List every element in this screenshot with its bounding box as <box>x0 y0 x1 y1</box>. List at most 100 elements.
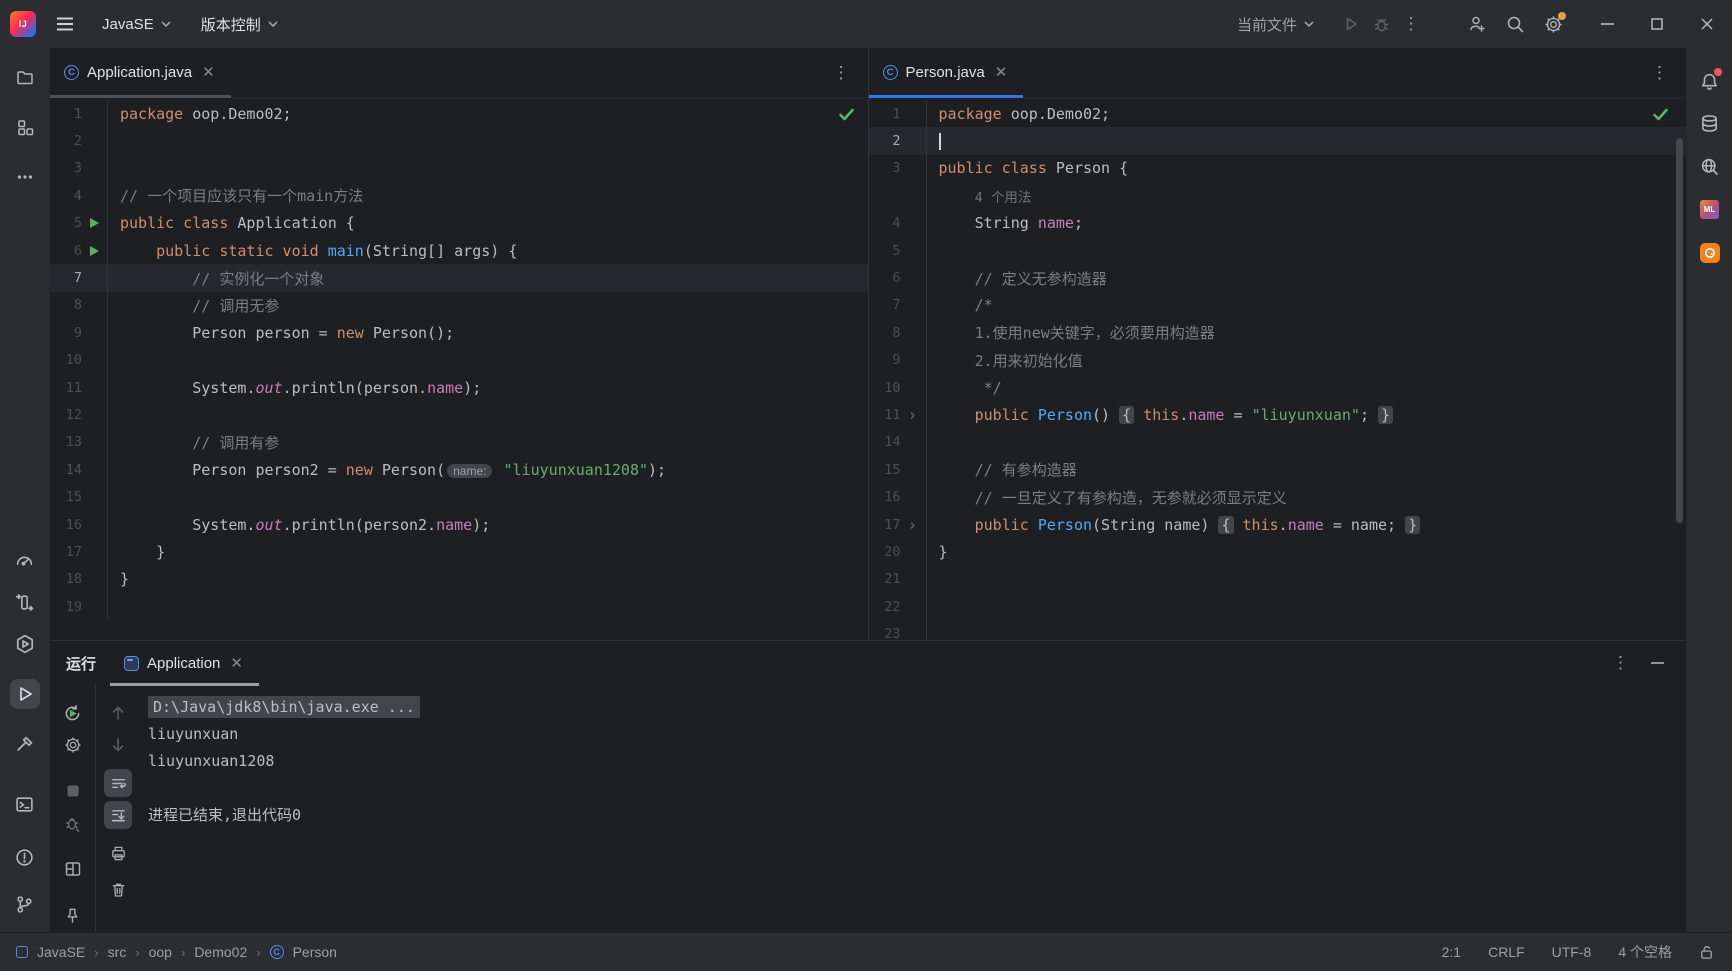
editor-options-kebab-icon[interactable]: ⋮ <box>833 63 868 83</box>
code-line[interactable]: 15 // 有参构造器 <box>869 456 1687 483</box>
code-line[interactable]: 23 <box>869 620 1687 640</box>
unlocked-padlock-icon[interactable] <box>1699 944 1714 960</box>
minimize-button[interactable] <box>1582 0 1632 48</box>
sidebar-item-project[interactable] <box>10 62 40 92</box>
code-line[interactable]: 13 // 调用有参 <box>50 429 868 456</box>
code-line[interactable]: 18} <box>50 566 868 593</box>
pin-button[interactable] <box>59 901 87 929</box>
code-line[interactable]: 8 1.使用new关键字，必须要用构造器 <box>869 319 1687 346</box>
attach-debugger-button[interactable] <box>59 809 87 837</box>
sidebar-item-terminal[interactable] <box>10 789 40 819</box>
breadcrumb-item[interactable]: JavaSE <box>37 944 85 960</box>
breadcrumb-item[interactable]: Person <box>293 944 337 960</box>
code-line[interactable]: 1package oop.Demo02; <box>50 100 868 127</box>
code-line[interactable]: 9 2.用来初始化值 <box>869 347 1687 374</box>
sidebar-item-orange-plugin[interactable] <box>1695 238 1725 268</box>
fold-gutter-icon[interactable]: › <box>901 516 925 534</box>
close-icon[interactable]: ✕ <box>200 63 217 82</box>
run-options-kebab-icon[interactable]: ⋮ <box>1612 653 1629 673</box>
tab-application-java[interactable]: C Application.java ✕ <box>50 48 231 97</box>
run-tab-application[interactable]: Application ✕ <box>110 641 259 685</box>
sidebar-item-profiler[interactable] <box>10 545 40 575</box>
code-line[interactable]: 17› public Person(String name) { this.na… <box>869 511 1687 538</box>
sidebar-item-ml-plugin[interactable]: ML <box>1695 194 1725 224</box>
code-line[interactable]: 4// 一个项目应该只有一个main方法 <box>50 182 868 209</box>
settings-button[interactable] <box>1538 9 1568 39</box>
run-config-selector[interactable]: 当前文件 <box>1229 9 1322 39</box>
code-line[interactable]: 16 // 一旦定义了有参构造，无参就必须显示定义 <box>869 483 1687 510</box>
main-menu-button[interactable] <box>50 9 80 39</box>
code-line[interactable]: 6 public static void main(String[] args)… <box>50 237 868 264</box>
code-line[interactable]: 2 <box>50 127 868 154</box>
soft-wrap-button[interactable] <box>104 769 132 797</box>
code-line[interactable]: 8 // 调用无参 <box>50 292 868 319</box>
sidebar-item-git[interactable] <box>10 889 40 919</box>
run-button[interactable] <box>1336 9 1366 39</box>
tab-person-java[interactable]: C Person.java ✕ <box>869 48 1024 97</box>
code-line[interactable]: 19 <box>50 593 868 620</box>
sidebar-item-notifications[interactable] <box>1695 66 1725 96</box>
editor-scrollbar[interactable] <box>1676 138 1683 523</box>
more-actions-button[interactable]: ⋮ <box>1396 9 1426 39</box>
debug-button[interactable] <box>1366 9 1396 39</box>
code-line[interactable]: 10 */ <box>869 374 1687 401</box>
project-selector[interactable]: JavaSE <box>94 9 179 39</box>
clear-console-button[interactable] <box>104 875 132 903</box>
sidebar-item-run[interactable] <box>10 679 40 709</box>
print-button[interactable] <box>104 839 132 867</box>
search-everywhere-button[interactable] <box>1500 9 1530 39</box>
code-line[interactable]: 17 } <box>50 538 868 565</box>
code-line[interactable]: 12 <box>50 401 868 428</box>
inspections-ok-icon[interactable] <box>1653 108 1668 121</box>
run-gutter-icon[interactable] <box>82 217 106 229</box>
sidebar-item-structure[interactable] <box>10 112 40 142</box>
rerun-button[interactable] <box>59 699 87 727</box>
code-line[interactable]: 20} <box>869 538 1687 565</box>
indent-widget[interactable]: 4 个空格 <box>1618 942 1672 962</box>
code-line[interactable]: 15 <box>50 483 868 510</box>
code-with-me-button[interactable] <box>1462 9 1492 39</box>
code-line[interactable]: 11 System.out.println(person.name); <box>50 374 868 401</box>
code-line[interactable]: 22 <box>869 593 1687 620</box>
console-output[interactable]: D:\Java\jdk8\bin\java.exe ...liuyunxuanl… <box>140 685 1686 932</box>
code-line[interactable]: 14 Person person2 = new Person(name: "li… <box>50 456 868 483</box>
code-line[interactable]: 3 <box>50 155 868 182</box>
editor-options-kebab-icon[interactable]: ⋮ <box>1651 63 1686 83</box>
sidebar-item-build[interactable] <box>10 729 40 759</box>
close-icon[interactable]: ✕ <box>228 654 245 673</box>
code-line[interactable]: 7 /* <box>869 292 1687 319</box>
code-line[interactable]: 6 // 定义无参构造器 <box>869 264 1687 291</box>
sidebar-item-more[interactable] <box>10 162 40 192</box>
code-line[interactable]: 9 Person person = new Person(); <box>50 319 868 346</box>
code-line[interactable]: 5public class Application { <box>50 210 868 237</box>
code-line[interactable]: 11› public Person() { this.name = "liuyu… <box>869 401 1687 428</box>
maximize-button[interactable] <box>1632 0 1682 48</box>
run-settings-button[interactable] <box>59 731 87 759</box>
inspections-ok-icon[interactable] <box>839 108 854 121</box>
code-line[interactable]: 4 个用法 <box>869 182 1687 209</box>
close-icon[interactable]: ✕ <box>993 63 1010 82</box>
sidebar-item-web-search[interactable] <box>1695 151 1725 181</box>
vcs-widget[interactable]: 版本控制 <box>193 9 286 39</box>
code-line[interactable]: 5 <box>869 237 1687 264</box>
breadcrumb-item[interactable]: src <box>108 944 127 960</box>
stop-button[interactable] <box>59 777 87 805</box>
code-line[interactable]: 10 <box>50 347 868 374</box>
sidebar-item-services-flow[interactable] <box>10 587 40 617</box>
code-editor-person[interactable]: 1package oop.Demo02;23public class Perso… <box>869 98 1687 640</box>
code-editor-application[interactable]: 1package oop.Demo02;234// 一个项目应该只有一个main… <box>50 98 868 640</box>
code-line[interactable]: 3public class Person { <box>869 155 1687 182</box>
code-line[interactable]: 21 <box>869 566 1687 593</box>
line-separator-widget[interactable]: CRLF <box>1488 944 1525 960</box>
caret-position-widget[interactable]: 2:1 <box>1442 944 1461 960</box>
next-occurrence-button[interactable] <box>104 731 132 759</box>
breadcrumb-item[interactable]: oop <box>149 944 172 960</box>
code-line[interactable]: 16 System.out.println(person2.name); <box>50 511 868 538</box>
prev-occurrence-button[interactable] <box>104 699 132 727</box>
run-gutter-icon[interactable] <box>82 245 106 257</box>
hide-toolwindow-icon[interactable] <box>1651 662 1664 664</box>
code-line[interactable]: 2 <box>869 127 1687 154</box>
code-line[interactable]: 4 String name; <box>869 210 1687 237</box>
layout-settings-button[interactable] <box>59 855 87 883</box>
close-button[interactable] <box>1682 0 1732 48</box>
